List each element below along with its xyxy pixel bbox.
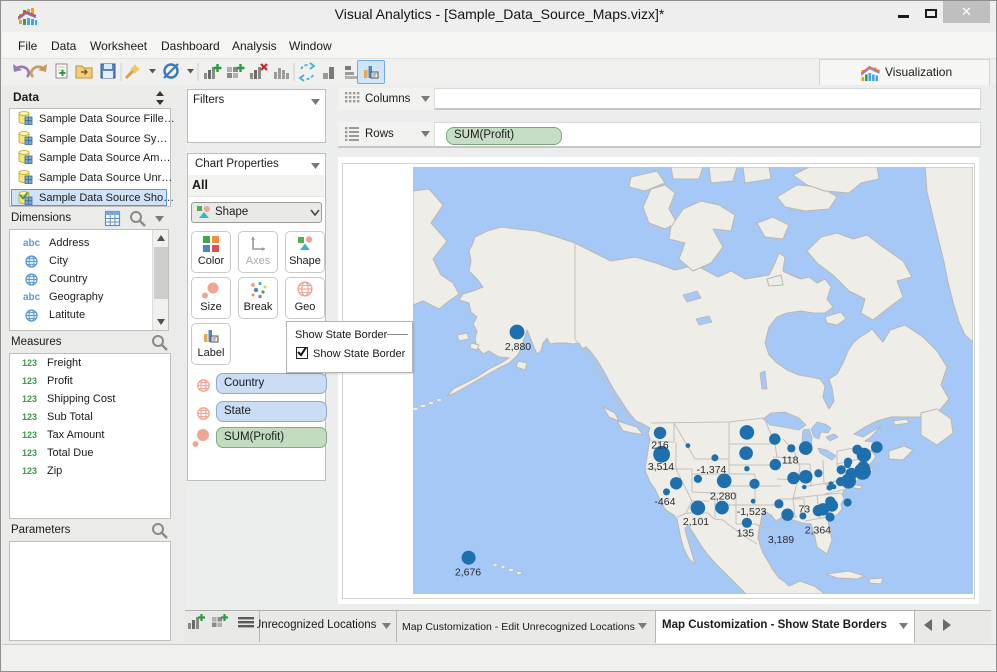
- svg-text:2,364: 2,364: [805, 524, 831, 536]
- svg-text:2,880: 2,880: [505, 341, 531, 353]
- svg-text:2,676: 2,676: [455, 567, 481, 579]
- svg-text:118: 118: [782, 454, 799, 466]
- svg-text:216: 216: [651, 440, 669, 452]
- svg-text:3,189: 3,189: [768, 534, 794, 546]
- svg-text:-1,523: -1,523: [737, 506, 767, 518]
- svg-text:73: 73: [798, 503, 810, 515]
- svg-text:3,514: 3,514: [648, 461, 674, 473]
- svg-text:135: 135: [737, 528, 755, 540]
- svg-text:2,101: 2,101: [683, 516, 709, 528]
- svg-text:2,280: 2,280: [710, 491, 736, 503]
- svg-text:-464: -464: [654, 496, 675, 508]
- svg-text:-1,374: -1,374: [697, 464, 727, 476]
